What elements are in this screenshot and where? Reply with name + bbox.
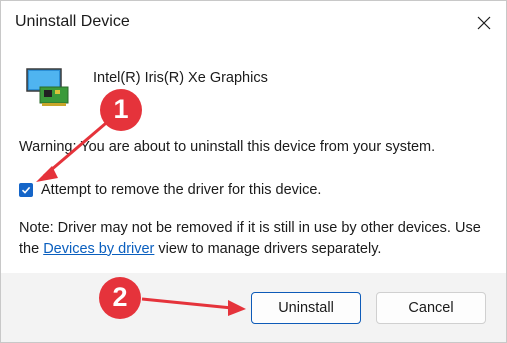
title-bar: Uninstall Device [1,1,506,45]
uninstall-button[interactable]: Uninstall [251,292,361,324]
display-adapter-icon [26,68,69,106]
dialog-title: Uninstall Device [15,13,130,30]
remove-driver-label[interactable]: Attempt to remove the driver for this de… [41,182,321,198]
cancel-button[interactable]: Cancel [376,292,486,324]
note-suffix: view to manage drivers separately. [154,240,382,257]
devices-by-driver-link[interactable]: Devices by driver [43,241,154,257]
remove-driver-checkbox-row[interactable]: Attempt to remove the driver for this de… [19,182,321,198]
warning-text: Warning: You are about to uninstall this… [19,139,436,155]
step-1-label: 1 [113,94,129,124]
close-icon [477,16,491,30]
remove-driver-checkbox[interactable] [19,183,33,197]
note-text: Note: Driver may not be removed if it is… [19,218,489,259]
device-name: Intel(R) Iris(R) Xe Graphics [93,70,268,86]
close-button[interactable] [462,1,506,45]
step-2-label: 2 [112,282,128,312]
checkmark-icon [21,186,31,194]
